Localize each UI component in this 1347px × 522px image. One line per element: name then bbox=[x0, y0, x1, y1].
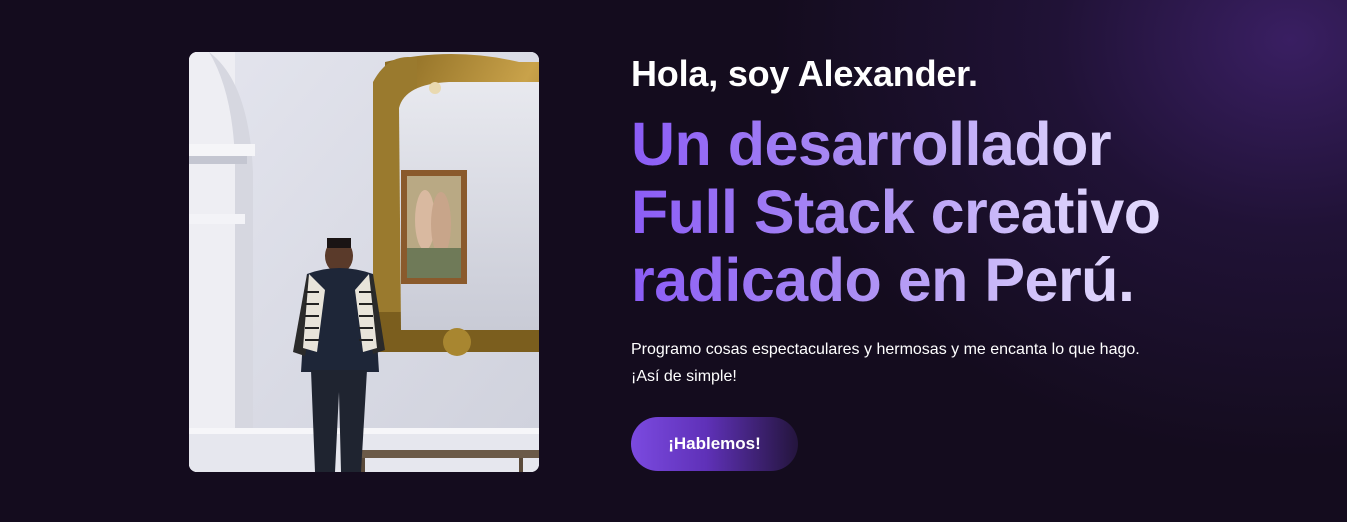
hero-section: Hola, soy Alexander. Un desarrollador Fu… bbox=[0, 0, 1347, 522]
description-text: Programo cosas espectaculares y hermosas… bbox=[631, 341, 1140, 385]
headline: Un desarrollador Full Stack creativo rad… bbox=[631, 110, 1251, 314]
profile-photo bbox=[189, 52, 539, 472]
headline-line: radicado en Perú. bbox=[631, 246, 1135, 314]
intro-text: Hola, soy Alexander. Un desarrollador Fu… bbox=[631, 52, 1251, 390]
greeting-heading: Hola, soy Alexander. bbox=[631, 53, 978, 94]
headline-line: Full Stack creativo bbox=[631, 178, 1161, 246]
contact-button[interactable]: ¡Hablemos! bbox=[631, 417, 798, 471]
headline-line: Un desarrollador bbox=[631, 110, 1112, 178]
